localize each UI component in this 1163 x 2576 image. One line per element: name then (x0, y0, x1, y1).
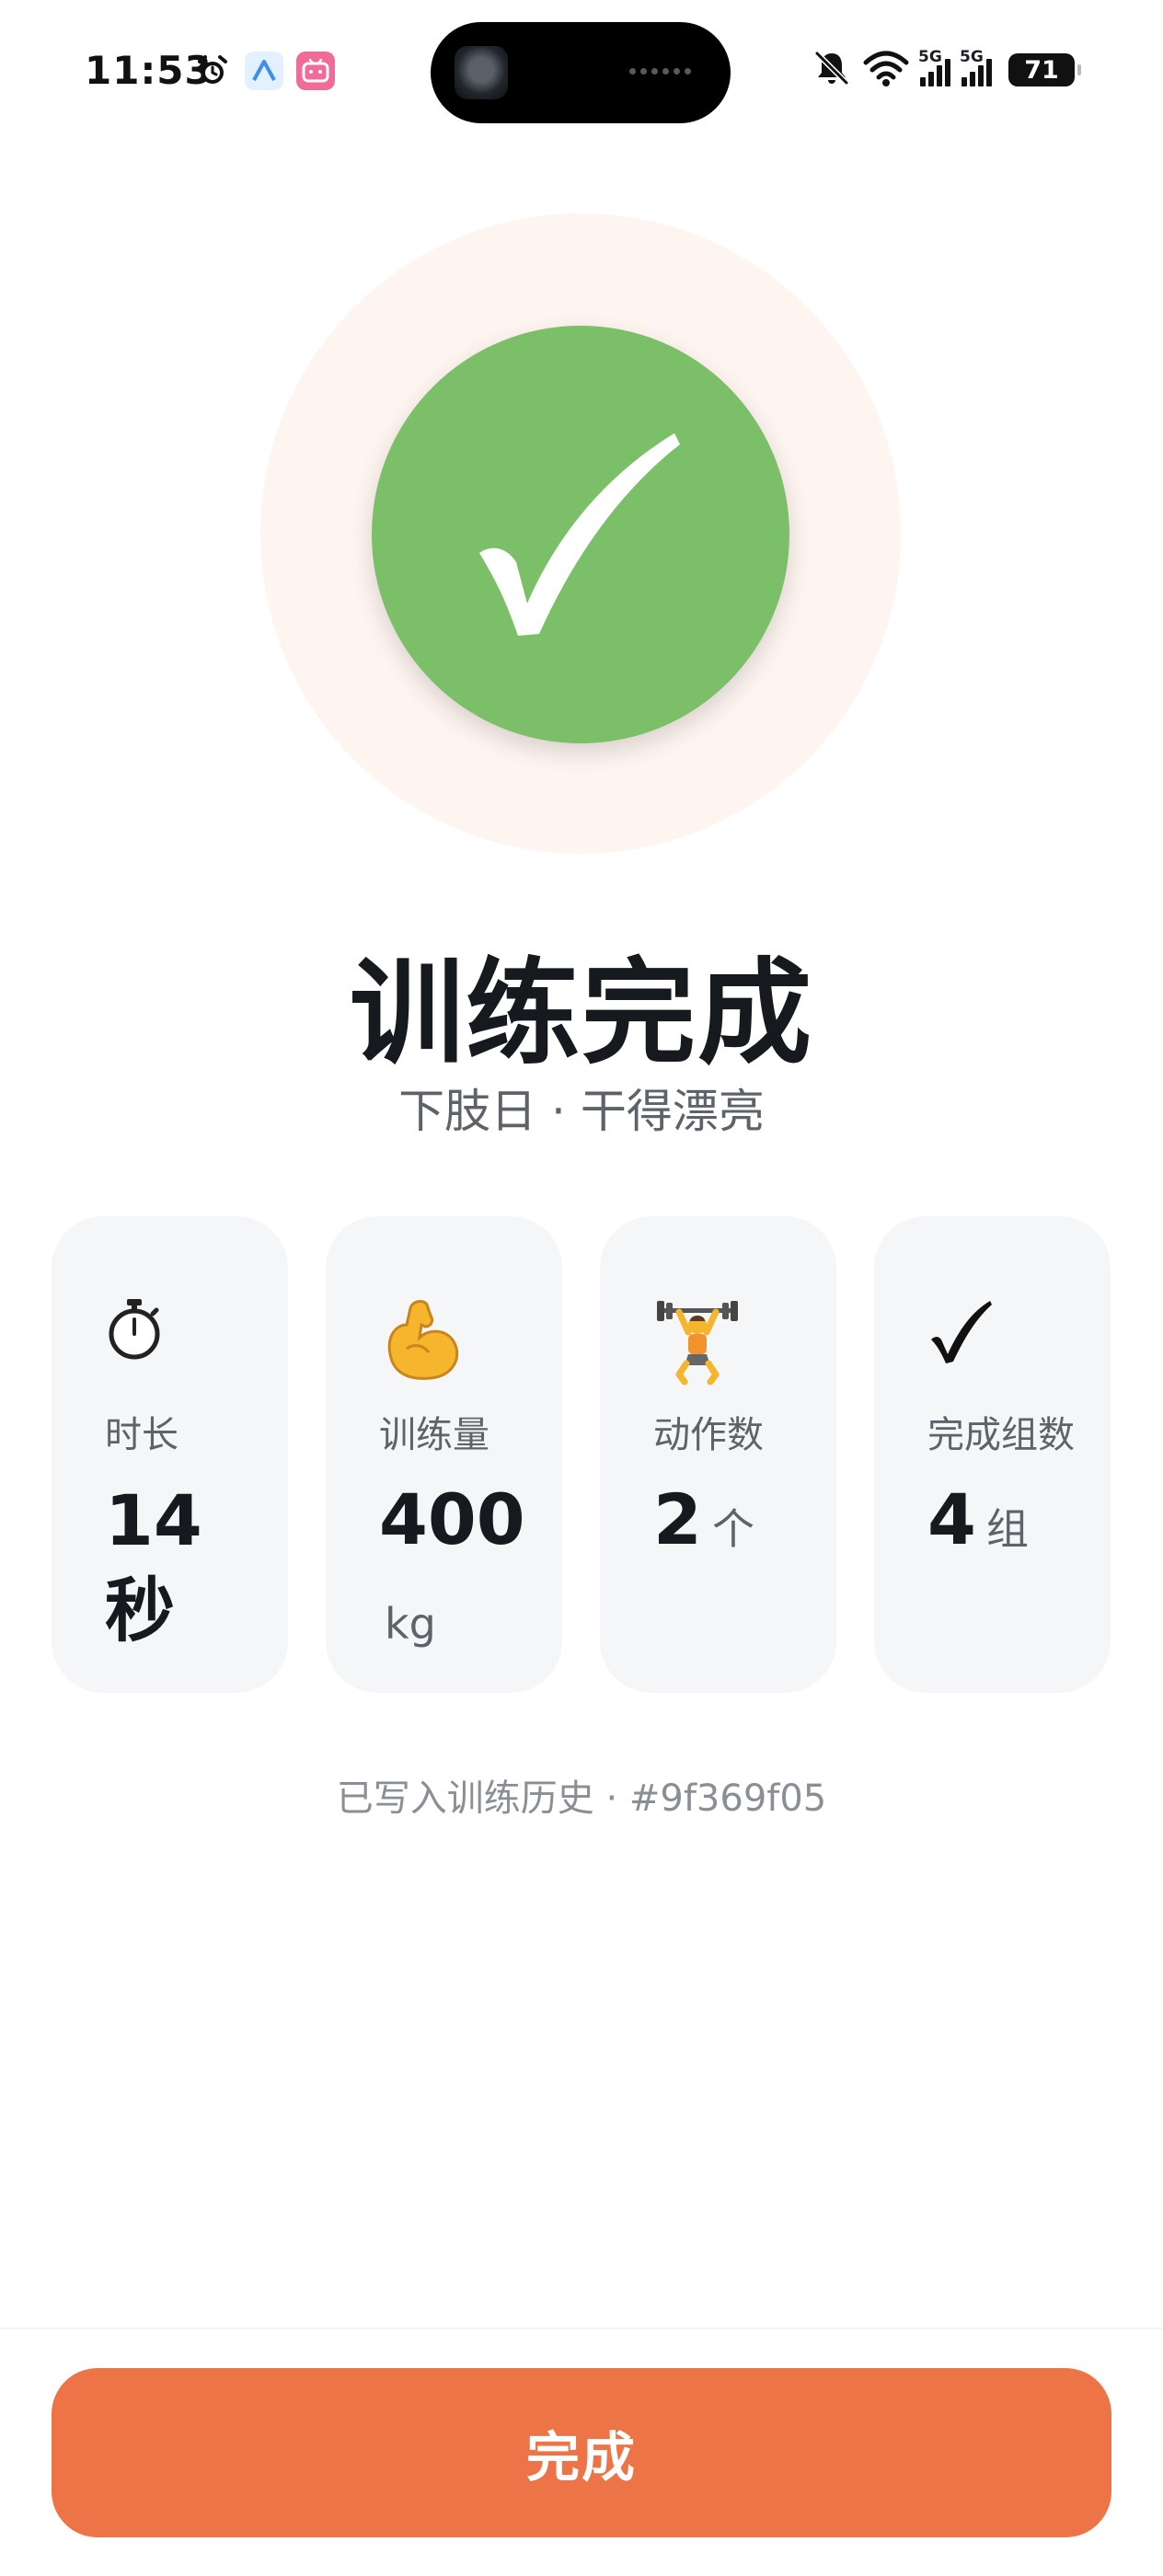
stat-value: 400 kg (379, 1478, 544, 1676)
alarm-icon (193, 52, 232, 90)
stat-card-exercises: 动作数 2 个 (600, 1216, 836, 1693)
island-waveform-icon (629, 68, 691, 75)
stat-unit: kg (385, 1599, 436, 1649)
stat-card-volume: 训练量 400 kg (326, 1216, 562, 1693)
stat-card-sets: 完成组数 4 组 (874, 1216, 1111, 1693)
success-badge (372, 326, 789, 743)
stat-label: 动作数 (653, 1414, 764, 1456)
weightlifter-icon (653, 1297, 818, 1386)
stat-label: 训练量 (379, 1414, 489, 1456)
status-bar: 11:53 5G 5G 71 (0, 0, 1163, 147)
stat-value: 14 秒 (105, 1476, 270, 1656)
stat-unit: 组 (985, 1504, 1029, 1554)
wifi-icon (863, 49, 909, 91)
cellular-signal-icon: 5G (918, 48, 950, 86)
stat-card-duration: 时长 14 秒 (52, 1216, 288, 1693)
bilibili-icon (296, 52, 335, 90)
history-saved-note: 已写入训练历史 · #9f369f05 (336, 1777, 827, 1820)
status-left-icons (193, 52, 335, 90)
checkmark-icon (927, 1297, 1092, 1386)
cellular-signal-icon: 5G (960, 48, 992, 86)
dynamic-island[interactable] (431, 22, 731, 123)
stat-number: 400 (379, 1478, 525, 1560)
stat-number: 2 (653, 1478, 702, 1560)
stopwatch-icon (105, 1297, 270, 1386)
stat-number: 4 (927, 1478, 976, 1560)
stat-number: 14 (105, 1479, 202, 1561)
stat-unit: 秒 (105, 1570, 175, 1651)
page-subtitle: 下肢日 · 干得漂亮 (398, 1085, 765, 1138)
stat-label: 时长 (105, 1414, 178, 1456)
app-a-icon (245, 52, 283, 90)
page-title: 训练完成 (349, 948, 813, 1080)
status-right-icons: 5G 5G 71 (812, 48, 1081, 92)
network-type-label: 5G (960, 48, 984, 66)
battery-icon: 71 (1008, 53, 1081, 86)
checkmark-icon (479, 433, 680, 636)
now-playing-thumbnail (455, 46, 508, 99)
network-type-label: 5G (918, 48, 942, 66)
done-button[interactable]: 完成 (52, 2368, 1111, 2537)
mute-bell-icon (812, 48, 852, 92)
stat-value: 2 个 (653, 1478, 818, 1581)
stat-unit: 个 (711, 1504, 754, 1554)
flexed-biceps-icon (379, 1297, 544, 1386)
stats-row: 时长 14 秒 训练量 400 kg 动作数 2 个 完成组数 4 组 (52, 1216, 1111, 1693)
stat-label: 完成组数 (927, 1414, 1075, 1456)
footer-divider (0, 2328, 1163, 2329)
stat-value: 4 组 (927, 1478, 1092, 1581)
